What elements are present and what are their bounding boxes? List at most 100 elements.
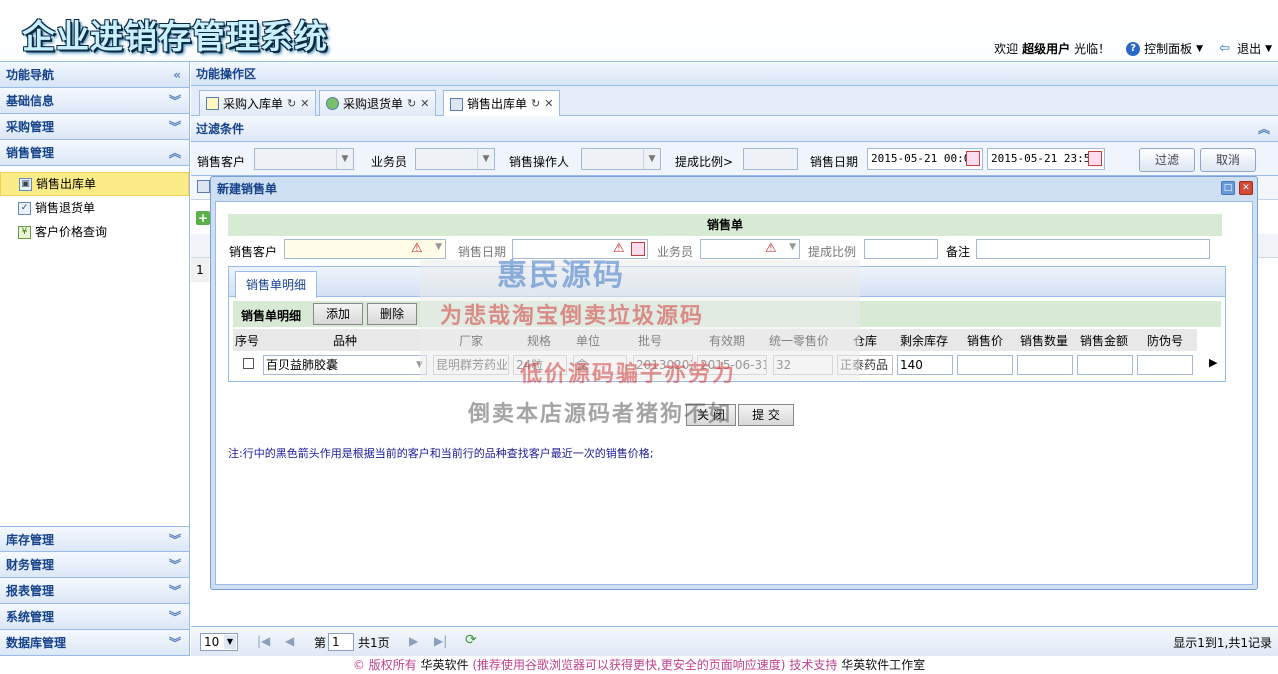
column-header: 有效期 xyxy=(709,334,746,348)
page-number-input[interactable]: 1 xyxy=(328,633,354,651)
nav-group-label: 报表管理 xyxy=(6,584,55,598)
remark-input[interactable] xyxy=(976,239,1210,259)
pager-summary: 显示1到1,共1记录 xyxy=(1173,636,1272,650)
logout-menu[interactable]: 退出 xyxy=(1237,40,1261,57)
nav-item-sales-return[interactable]: ✓ 销售退货单 xyxy=(0,196,189,220)
chevron-down-icon: ▼ xyxy=(477,149,494,169)
control-panel-menu[interactable]: 控制面板 xyxy=(1144,40,1192,57)
first-page-icon[interactable]: |◀ xyxy=(257,634,270,648)
filter-date-to[interactable]: 2015-05-21 23:59 xyxy=(987,148,1105,170)
sales-date-input[interactable]: ⚠ xyxy=(512,239,648,259)
close-button[interactable]: 关 闭 xyxy=(686,404,736,426)
retail-price-cell: 32 xyxy=(773,355,833,375)
close-icon[interactable]: ✕ xyxy=(544,92,553,116)
refresh-icon[interactable]: ⟳ xyxy=(465,632,477,648)
nav-group-inventory[interactable]: 库存管理 ︾ xyxy=(0,526,189,552)
tab-sales-out[interactable]: 销售出库单 ↻ ✕ xyxy=(443,90,561,117)
logout-icon: ⇦ xyxy=(1219,40,1230,56)
last-page-icon[interactable]: ▶| xyxy=(434,634,447,648)
prev-page-icon[interactable]: ◀ xyxy=(285,634,294,648)
next-page-icon[interactable]: ▶ xyxy=(409,634,418,648)
collapse-icon[interactable]: ︽ xyxy=(1258,116,1270,142)
nav-group-sales[interactable]: 销售管理 ︽ xyxy=(0,140,189,166)
refresh-icon[interactable]: ↻ xyxy=(531,92,540,116)
chevron-down-icon[interactable]: ▼ xyxy=(1265,44,1272,54)
calendar-icon[interactable] xyxy=(966,151,980,166)
detail-tab-bar: 销售单明细 xyxy=(229,267,1225,298)
close-icon[interactable]: ✕ xyxy=(1239,181,1253,195)
expand-icon: ︾ xyxy=(168,584,181,598)
chevron-down-icon: ▼ xyxy=(336,149,353,169)
refresh-icon[interactable]: ↻ xyxy=(407,92,416,116)
tab-bar: 采购入库单 ↻ ✕ 采购退货单 ↻ ✕ 销售出库单 ↻ ✕ xyxy=(191,86,1278,117)
filter-salesman-select[interactable]: ▼ xyxy=(415,148,495,170)
copyright-text: © 版权所有 xyxy=(352,658,417,672)
detail-toolbar-label: 销售单明细 xyxy=(241,309,302,323)
form-title: 销售单 xyxy=(228,214,1222,236)
work-area-title: 功能操作区 xyxy=(191,62,1278,86)
support-label: 技术支持 xyxy=(789,658,838,672)
collapse-icon: ︽ xyxy=(168,146,181,160)
tab-purchase-return[interactable]: 采购退货单 ↻ ✕ xyxy=(319,90,437,116)
product-value: 百贝益肺胶囊 xyxy=(266,358,339,372)
warning-icon: ⚠ xyxy=(765,241,777,256)
chevron-down-icon: ▼ xyxy=(435,242,442,252)
nav-group-reports[interactable]: 报表管理 ︾ xyxy=(0,578,189,604)
studio-name: 华英软件工作室 xyxy=(841,658,926,672)
calendar-icon[interactable] xyxy=(631,242,645,256)
tab-purchase-in[interactable]: 采购入库单 ↻ ✕ xyxy=(199,90,317,116)
filter-cancel-button[interactable]: 取消 xyxy=(1200,148,1256,172)
nav-item-label: 销售退货单 xyxy=(35,201,96,215)
submit-button[interactable]: 提 交 xyxy=(738,404,794,426)
collapse-left-icon[interactable]: « xyxy=(173,62,181,88)
dialog-title-bar: 新建销售单 □ ✕ xyxy=(211,177,1257,201)
maximize-icon[interactable]: □ xyxy=(1221,181,1235,195)
filter-customer-select[interactable]: ▼ xyxy=(254,148,354,170)
welcome-prefix: 欢迎 xyxy=(994,42,1019,56)
nav-group-purchase[interactable]: 采购管理 ︾ xyxy=(0,114,189,140)
save-icon[interactable] xyxy=(197,180,210,193)
sales-date-label: 销售日期 xyxy=(458,245,507,259)
nav-group-database[interactable]: 数据库管理 ︾ xyxy=(0,630,189,656)
dialog-note: 注:行中的黑色箭头作用是根据当前的客户和当前行的品种查找客户最近一次的销售价格; xyxy=(228,447,654,460)
filter-button[interactable]: 过滤 xyxy=(1139,148,1195,172)
row-checkbox[interactable] xyxy=(243,358,254,369)
filter-ratio-label: 提成比例> xyxy=(675,155,734,169)
add-row-button[interactable]: 添加 xyxy=(313,303,363,325)
filter-operator-select[interactable]: ▼ xyxy=(581,148,661,170)
sale-price-input[interactable] xyxy=(957,355,1013,375)
tab-sales-detail[interactable]: 销售单明细 xyxy=(235,271,317,298)
sale-quantity-input[interactable] xyxy=(1017,355,1073,375)
nav-group-basic[interactable]: 基础信息 ︾ xyxy=(0,88,189,114)
close-icon[interactable]: ✕ xyxy=(420,92,429,116)
nav-item-customer-price[interactable]: ¥ 客户价格查询 xyxy=(0,220,189,244)
calendar-icon[interactable] xyxy=(1088,151,1102,166)
tab-label: 销售出库单 xyxy=(467,97,528,111)
nav-group-finance[interactable]: 财务管理 ︾ xyxy=(0,552,189,578)
customer-select[interactable]: ⚠ ▼ xyxy=(284,239,446,259)
close-icon[interactable]: ✕ xyxy=(300,92,309,116)
anti-fake-input[interactable] xyxy=(1137,355,1193,375)
filter-ratio-input[interactable] xyxy=(743,148,798,170)
product-select[interactable]: 百贝益肺胶囊 ▼ xyxy=(263,355,427,375)
nav-group-system[interactable]: 系统管理 ︾ xyxy=(0,604,189,630)
last-price-arrow-icon[interactable]: ▶ xyxy=(1209,356,1217,369)
nav-item-sales-outbound[interactable]: ▣ 销售出库单 xyxy=(0,172,189,196)
refresh-icon[interactable]: ↻ xyxy=(287,92,296,116)
chevron-down-icon[interactable]: ▼ xyxy=(1196,44,1203,54)
filter-date-from[interactable]: 2015-05-21 00:00 xyxy=(867,148,983,170)
delete-row-button[interactable]: 删除 xyxy=(367,303,417,325)
nav-item-label: 销售出库单 xyxy=(36,177,97,191)
chevron-down-icon: ▼ xyxy=(789,242,796,252)
salesman-select[interactable]: ⚠ ▼ xyxy=(700,239,800,259)
column-header: 厂家 xyxy=(459,334,484,348)
detail-toolbar: 销售单明细 添加 删除 xyxy=(233,301,1221,327)
date-to-value: 2015-05-21 23:59 xyxy=(991,152,1097,165)
filter-date-label: 销售日期 xyxy=(810,155,859,169)
customer-label: 销售客户 xyxy=(229,245,278,259)
nav-group-label: 系统管理 xyxy=(6,610,55,624)
sale-amount-input[interactable] xyxy=(1077,355,1133,375)
ratio-input[interactable] xyxy=(864,239,938,259)
page-size-select[interactable]: 10 ▼ xyxy=(200,633,238,651)
add-icon[interactable]: + xyxy=(196,211,210,225)
